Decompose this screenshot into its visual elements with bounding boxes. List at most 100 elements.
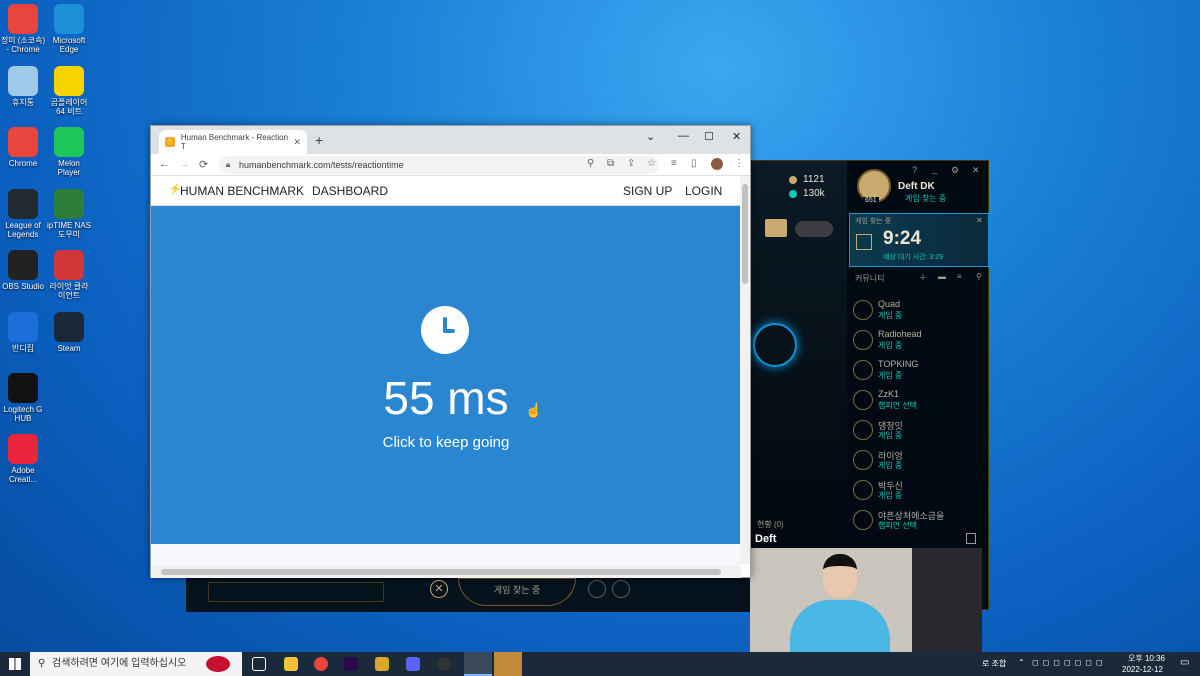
toggle-switch[interactable] [795,221,833,237]
reaction-test-area[interactable]: 55 ms Click to keep going ☝ [151,206,741,544]
friend-avatar [853,480,873,500]
add-friend-icon[interactable]: ＋ [919,272,927,283]
taskbar-search-input[interactable]: ⚲ 검색하려면 여기에 입력하십시오 [30,652,242,676]
friend-name: ZzK1 [878,389,900,399]
app-icon [54,312,84,342]
desktop-icon[interactable]: Melon Player [46,127,92,177]
friend-item[interactable]: ZzK1 챔피언 선택 [853,387,983,417]
discord-icon[interactable] [406,657,420,671]
tab-human-benchmark[interactable]: ⚡ Human Benchmark - Reaction T ✕ [159,130,307,154]
chrome-active-icon[interactable] [464,652,492,676]
app-icon [8,66,38,96]
desktop-icon[interactable]: League of Legends [0,189,46,239]
desktop-icon[interactable]: Steam [46,312,92,353]
premiere-icon[interactable] [344,657,358,671]
find-match-button[interactable]: 게임 찾는 중 [458,578,576,606]
friend-item[interactable]: 댕청잇 게임 중 [853,417,983,447]
minimize-window-icon[interactable]: — [678,130,689,142]
app-icon [54,250,84,280]
brand-link[interactable]: HUMAN BENCHMARK [180,184,304,198]
share-icon[interactable]: ⇪ [627,158,635,169]
menu-icon[interactable]: ⋮ [734,158,744,169]
webcam-badge-icon [966,533,976,544]
close-icon[interactable]: ✕ [972,165,980,176]
orb-decoration [753,323,797,367]
bookmark-star-icon[interactable]: ☆ [647,158,656,169]
invite-icon[interactable] [588,580,606,598]
zoom-icon[interactable]: ⚲ [587,158,594,169]
signup-link[interactable]: SIGN UP [623,184,672,198]
clock-date[interactable]: 2022-12-12 [1122,665,1163,675]
edit-icon[interactable] [612,580,630,598]
horizontal-scrollbar[interactable] [151,566,741,578]
start-icon[interactable] [9,658,21,670]
reload-icon[interactable]: ⟳ [199,158,208,171]
desktop-icon[interactable]: 정미 (소코속) - Chrome [0,4,46,54]
tray-icons[interactable]: ◻◻◻◻◻◻◻ [1032,658,1106,668]
cancel-queue-icon[interactable]: ✕ [430,580,448,598]
maximize-window-icon[interactable]: ☐ [704,130,714,143]
desktop-icon[interactable]: Logitech G HUB [0,373,46,423]
friend-search-icon[interactable]: ⚲ [976,272,982,281]
friend-status: 게임 중 [878,371,903,380]
tab-close-icon[interactable]: ✕ [293,137,301,148]
app-icon [8,373,38,403]
friend-item[interactable]: 라이엉 게임 중 [853,447,983,477]
desktop-icon[interactable]: OBS Studio [0,250,46,291]
friend-name: Radiohead [878,329,922,339]
desktop-icon[interactable]: 라이엇 클라이언트 [46,250,92,300]
new-tab-icon[interactable]: + [315,132,323,148]
translate-icon[interactable]: ⧉ [607,158,614,169]
desktop-icon[interactable]: 휴지통 [0,66,46,107]
desktop-icon[interactable]: 곰플레이어 64 비트 [46,66,92,116]
close-window-icon[interactable]: ✕ [732,130,741,143]
profile-avatar-icon[interactable] [711,158,723,170]
help-icon[interactable]: ? [912,165,917,175]
clock-icon [421,306,469,354]
clock-time[interactable]: 오후 10:36 [1128,654,1165,664]
app-icon [8,4,38,34]
app-icon [54,66,84,96]
chrome-icon[interactable] [314,657,328,671]
desktop-icon[interactable]: Microsoft Edge [46,4,92,54]
desktop-icon-label: ipTIME NAS 도우미 [46,221,91,239]
list-icon[interactable]: ≡ [957,272,962,281]
minimize-icon[interactable]: _ [932,164,937,174]
ime-indicator[interactable]: 로 조합 [982,659,1006,669]
rank-icon[interactable] [765,219,787,237]
side-panel-icon[interactable]: ▯ [691,158,697,169]
continue-prompt: Click to keep going [382,434,510,451]
desktop-icon[interactable]: ipTIME NAS 도우미 [46,189,92,239]
webcam-title-bar [750,530,982,548]
queue-close-icon[interactable]: ✕ [976,216,983,225]
layers-app-icon[interactable] [375,657,389,671]
reading-list-icon[interactable]: ≡ [671,158,677,169]
lock-icon: 🔒︎ [226,160,231,169]
friend-item[interactable]: 박두신 게임 중 [853,477,983,507]
folder-icon[interactable]: ▬ [938,272,946,281]
horizontal-scroll-thumb[interactable] [161,569,721,575]
vertical-scroll-thumb[interactable] [742,184,748,284]
vertical-scrollbar[interactable] [740,176,750,564]
friend-item[interactable]: Quad 게임 중 [853,297,983,327]
back-icon[interactable]: ← [159,158,170,170]
obs-icon[interactable] [437,657,451,671]
desktop-icon[interactable]: Chrome [0,127,46,168]
forward-icon[interactable]: → [179,158,190,170]
tab-search-icon[interactable]: ⌄ [646,130,655,143]
dashboard-link[interactable]: DASHBOARD [312,184,388,198]
notification-icon[interactable]: ▭ [1180,658,1189,668]
settings-icon[interactable]: ⚙ [951,165,959,176]
tray-chevron-icon[interactable]: ⌃ [1018,658,1025,668]
taskbar: ⚲ 검색하려면 여기에 입력하십시오 로 조합 ⌃ ◻◻◻◻◻◻◻ 오후 10:… [0,652,1200,676]
task-view-icon[interactable] [252,657,266,671]
desktop-icon[interactable]: 반디집 [0,312,46,353]
login-link[interactable]: LOGIN [685,184,722,198]
friend-item[interactable]: TOPKING 게임 중 [853,357,983,387]
file-explorer-icon[interactable] [284,657,298,671]
desktop-icon[interactable]: Adobe Creati... [0,434,46,484]
friend-item[interactable]: Radiohead 게임 중 [853,327,983,357]
league-active-icon[interactable] [494,652,522,676]
app-icon [54,189,84,219]
friend-avatar [853,390,873,410]
